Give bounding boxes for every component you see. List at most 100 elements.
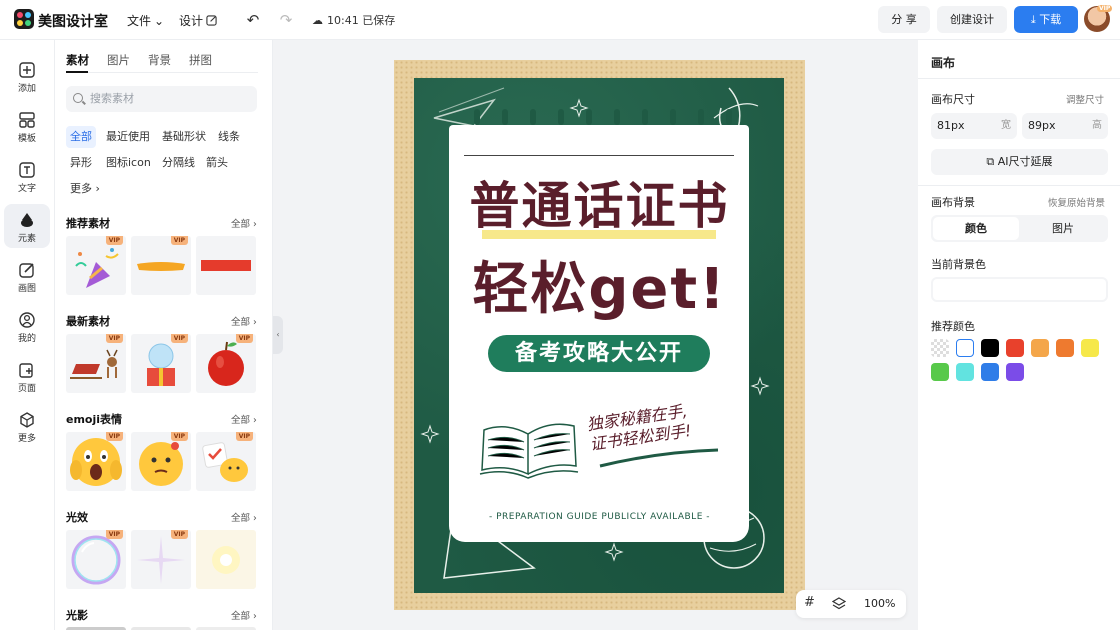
notepad-ring [726,109,732,125]
seg-color[interactable]: 颜色 [933,217,1019,240]
save-status: ☁ 10:41 已保存 [312,12,395,28]
asset-thumb-sleigh[interactable]: VIP [66,334,126,393]
share-button[interactable]: 分 享 [878,6,930,33]
search-input[interactable]: 搜索素材 [66,86,257,112]
redo-icon[interactable]: ↷ [276,10,296,30]
chip-recent[interactable]: 最近使用 [102,126,154,148]
cloud-icon: ☁ [312,13,323,27]
color-swatch[interactable] [1081,339,1099,357]
tab-divider [66,72,258,73]
file-menu-label: 文件 [127,14,152,28]
panel-tabs: 素材 图片 背景 拼图 [66,52,212,68]
chip-all[interactable]: 全部 [66,126,96,148]
asset-thumb-sparkle[interactable]: VIP [131,530,191,589]
asset-thumb-brush-stroke[interactable]: VIP [131,236,191,295]
properties-panel: 画布 画布尺寸 调整尺寸 81px 宽 89px 高 ⧉ AI尺寸延展 画布背景 恢… [918,40,1120,630]
asset-thumb-snow-globe-gift[interactable]: VIP [131,334,191,393]
canvas-bg-label: 画布背景 [931,196,975,209]
current-bg-color-field[interactable] [931,277,1108,302]
color-swatch[interactable] [931,363,949,381]
chip-dividers[interactable]: 分隔线 [158,152,199,174]
plus-icon [19,62,35,78]
ai-extend-button[interactable]: ⧉ AI尺寸延展 [931,149,1108,175]
create-design-button[interactable]: 创建设计 [937,6,1007,33]
asset-panel: 素材 图片 背景 拼图 搜索素材 全部 最近使用 基础形状 线条 异形 图标ic… [55,40,273,630]
rail-item-page[interactable]: 页面 [4,354,50,398]
rail-item-draw[interactable]: 画图 [4,254,50,298]
draw-icon [19,263,34,278]
asset-thumb-bubble[interactable]: VIP [66,530,126,589]
rail-item-template[interactable]: 模板 [4,104,50,148]
see-all-link[interactable]: 全部 › [231,216,257,230]
asset-thumb-party-popper[interactable]: VIP [66,236,126,295]
poster-title-line1[interactable]: 普通话证书 [394,166,805,238]
color-swatch[interactable] [1031,339,1049,357]
color-swatch[interactable] [1006,339,1024,357]
color-swatch[interactable] [956,363,974,381]
vip-badge: VIP [1097,5,1113,12]
seg-image[interactable]: 图片 [1020,217,1106,240]
zoom-level[interactable]: 100% [864,597,895,610]
rail-item-add[interactable]: 添加 [4,54,50,98]
tab-backgrounds[interactable]: 背景 [148,52,171,68]
vip-badge: VIP [170,334,188,343]
see-all-link[interactable]: 全部 › [231,510,257,524]
color-swatch[interactable] [956,339,974,357]
asset-thumb-apple[interactable]: VIP [196,334,256,393]
save-status-text: 10:41 已保存 [327,14,396,27]
download-button[interactable]: ⤓ 下载 [1014,6,1078,33]
tab-materials[interactable]: 素材 [66,52,89,68]
color-swatch[interactable] [981,339,999,357]
rail-item-elements[interactable]: 元素 [4,204,50,248]
chip-more[interactable]: 更多 › [66,178,104,200]
asset-thumb-emoji-thinking[interactable]: VIP [131,432,191,491]
rail-item-text[interactable]: 文字 [4,154,50,198]
reset-bg-link[interactable]: 恢复原始背景 [1048,195,1105,209]
vip-badge: VIP [235,334,253,343]
chevron-left-icon: ‹ [276,330,280,339]
color-swatch[interactable] [1006,363,1024,381]
ai-extend-label: AI尺寸延展 [997,155,1053,168]
open-book-icon[interactable] [478,412,580,482]
color-swatch[interactable] [981,363,999,381]
color-swatch[interactable] [1056,339,1074,357]
chevron-right-icon: › [95,182,100,195]
vip-badge: VIP [170,530,188,539]
poster-title-line2[interactable]: 轻松get! [394,244,805,325]
chip-irregular[interactable]: 异形 [66,152,96,174]
tab-images[interactable]: 图片 [107,52,130,68]
adjust-size-link[interactable]: 调整尺寸 [1066,92,1104,106]
glow-icon [212,546,240,574]
section-title: 最新素材 [66,315,110,328]
chip-lines[interactable]: 线条 [214,126,244,148]
chip-icons[interactable]: 图标icon [102,152,155,174]
see-all-link[interactable]: 全部 › [231,412,257,426]
color-swatch[interactable] [931,339,949,357]
poster-footer-text[interactable]: - PREPARATION GUIDE PUBLICLY AVAILABLE - [394,512,805,522]
rail-item-more[interactable]: 更多 [4,404,50,448]
layers-icon[interactable] [832,597,846,611]
grid-icon[interactable]: # [804,595,815,610]
see-all-link[interactable]: 全部 › [231,314,257,328]
asset-thumb-emoji-check[interactable]: VIP [196,432,256,491]
tab-collage[interactable]: 拼图 [189,52,212,68]
asset-thumb-red-bar[interactable] [196,236,256,295]
poster-frame[interactable]: 普通话证书 轻松get! 备考攻略大公开 独家秘籍在手, 证书轻松到手! - PR… [394,60,805,610]
undo-icon[interactable]: ↶ [243,10,263,30]
chip-basic-shapes[interactable]: 基础形状 [158,126,210,148]
app-logo-icon[interactable] [14,9,34,29]
notepad-ring [502,109,508,125]
height-field[interactable]: 89px 高 [1022,113,1108,139]
chip-arrows[interactable]: 箭头 [202,152,232,174]
search-placeholder: 搜索素材 [90,92,134,105]
collapse-panel-button[interactable]: ‹ [273,316,283,354]
asset-thumb-glow[interactable] [196,530,256,589]
see-all-link[interactable]: 全部 › [231,608,257,622]
file-menu[interactable]: 文件 ⌄ [127,12,164,29]
poster-subtitle-pill[interactable]: 备考攻略大公开 [488,335,710,372]
width-field[interactable]: 81px 宽 [931,113,1017,139]
asset-thumb-emoji-scared[interactable]: VIP [66,432,126,491]
download-label: 下载 [1039,13,1062,26]
design-menu[interactable]: 设计 [179,12,217,29]
rail-item-mine[interactable]: 我的 [4,304,50,348]
